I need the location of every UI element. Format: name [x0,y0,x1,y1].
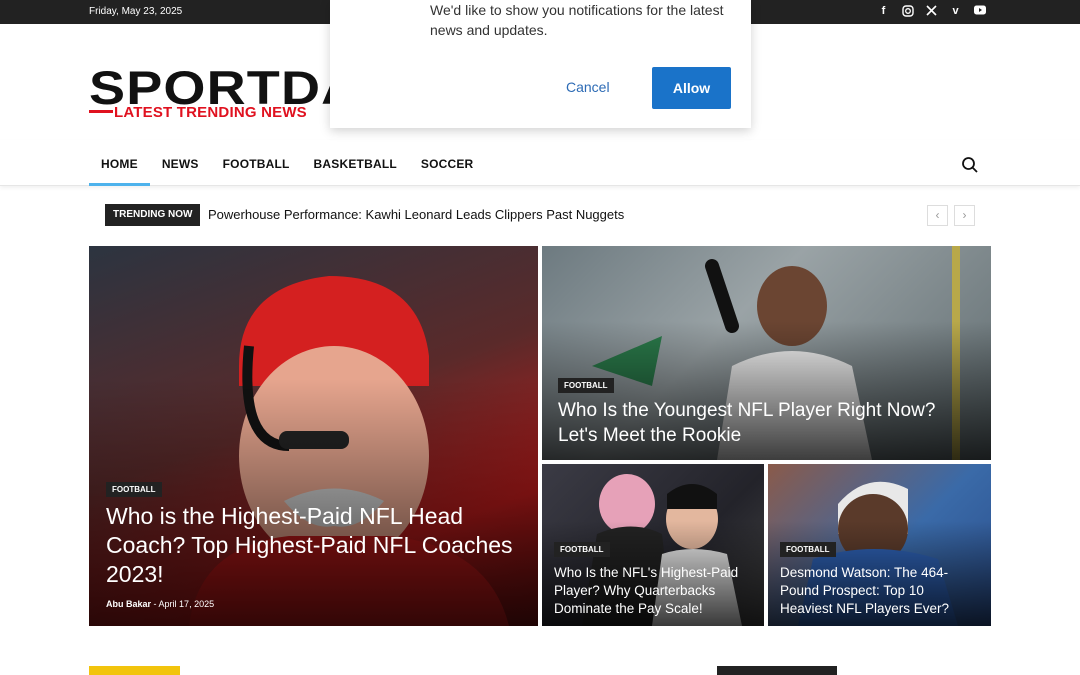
site-logo[interactable]: SPORTDA LATEST TRENDING NEWS [89,60,360,124]
trending-label: TRENDING NOW [105,204,201,226]
author-name[interactable]: Abu Bakar [106,599,151,609]
search-icon [962,157,978,173]
nav-item-basketball[interactable]: BASKETBALL [302,140,409,186]
category-badge[interactable]: FOOTBALL [780,542,836,557]
cancel-button[interactable]: Cancel [566,79,610,95]
section-header-accent [89,666,180,675]
vimeo-icon[interactable]: v [949,5,962,18]
current-date: Friday, May 23, 2025 [89,6,183,17]
search-button[interactable] [961,156,979,174]
main-navigation: HOME NEWS FOOTBALL BASKETBALL SOCCER [0,140,1080,186]
featured-card-main[interactable]: FOOTBALL Who is the Highest-Paid NFL Hea… [89,246,538,626]
trending-next-button[interactable]: › [954,205,975,226]
category-badge[interactable]: FOOTBALL [558,378,614,393]
featured-card-3[interactable]: FOOTBALL Who Is the NFL's Highest-Paid P… [542,464,764,626]
youtube-icon[interactable] [973,5,986,18]
x-icon[interactable] [925,5,938,18]
card-title[interactable]: Who Is the Youngest NFL Player Right Now… [558,398,938,448]
featured-card-2[interactable]: FOOTBALL Who Is the Youngest NFL Player … [542,246,991,460]
nav-item-home[interactable]: HOME [89,140,150,186]
logo-tagline: LATEST TRENDING NEWS [114,104,307,121]
instagram-icon[interactable] [901,5,914,18]
category-badge[interactable]: FOOTBALL [554,542,610,557]
card-title[interactable]: Who Is the NFL's Highest-Paid Player? Wh… [554,564,754,618]
card-title[interactable]: Who is the Highest-Paid NFL Head Coach? … [106,502,516,589]
card-meta: Abu Bakar - April 17, 2025 [106,599,214,609]
trending-prev-button[interactable]: ‹ [927,205,948,226]
card-title[interactable]: Desmond Watson: The 464-Pound Prospect: … [780,564,980,618]
social-links: f v [877,5,986,18]
category-badge[interactable]: FOOTBALL [106,482,162,497]
facebook-icon[interactable]: f [877,5,890,18]
notification-permission-dialog: We'd like to show you notifications for … [330,0,751,128]
featured-card-4[interactable]: FOOTBALL Desmond Watson: The 464-Pound P… [768,464,991,626]
logo-accent-bar [89,110,113,113]
nav-item-news[interactable]: NEWS [150,140,211,186]
sidebar-header-accent [717,666,837,675]
allow-button[interactable]: Allow [652,67,731,109]
nav-item-soccer[interactable]: SOCCER [409,140,486,186]
trending-headline[interactable]: Powerhouse Performance: Kawhi Leonard Le… [208,207,624,222]
dialog-message: We'd like to show you notifications for … [430,2,724,38]
nav-item-football[interactable]: FOOTBALL [211,140,302,186]
meta-separator: - [153,599,157,609]
post-date: April 17, 2025 [158,599,215,609]
